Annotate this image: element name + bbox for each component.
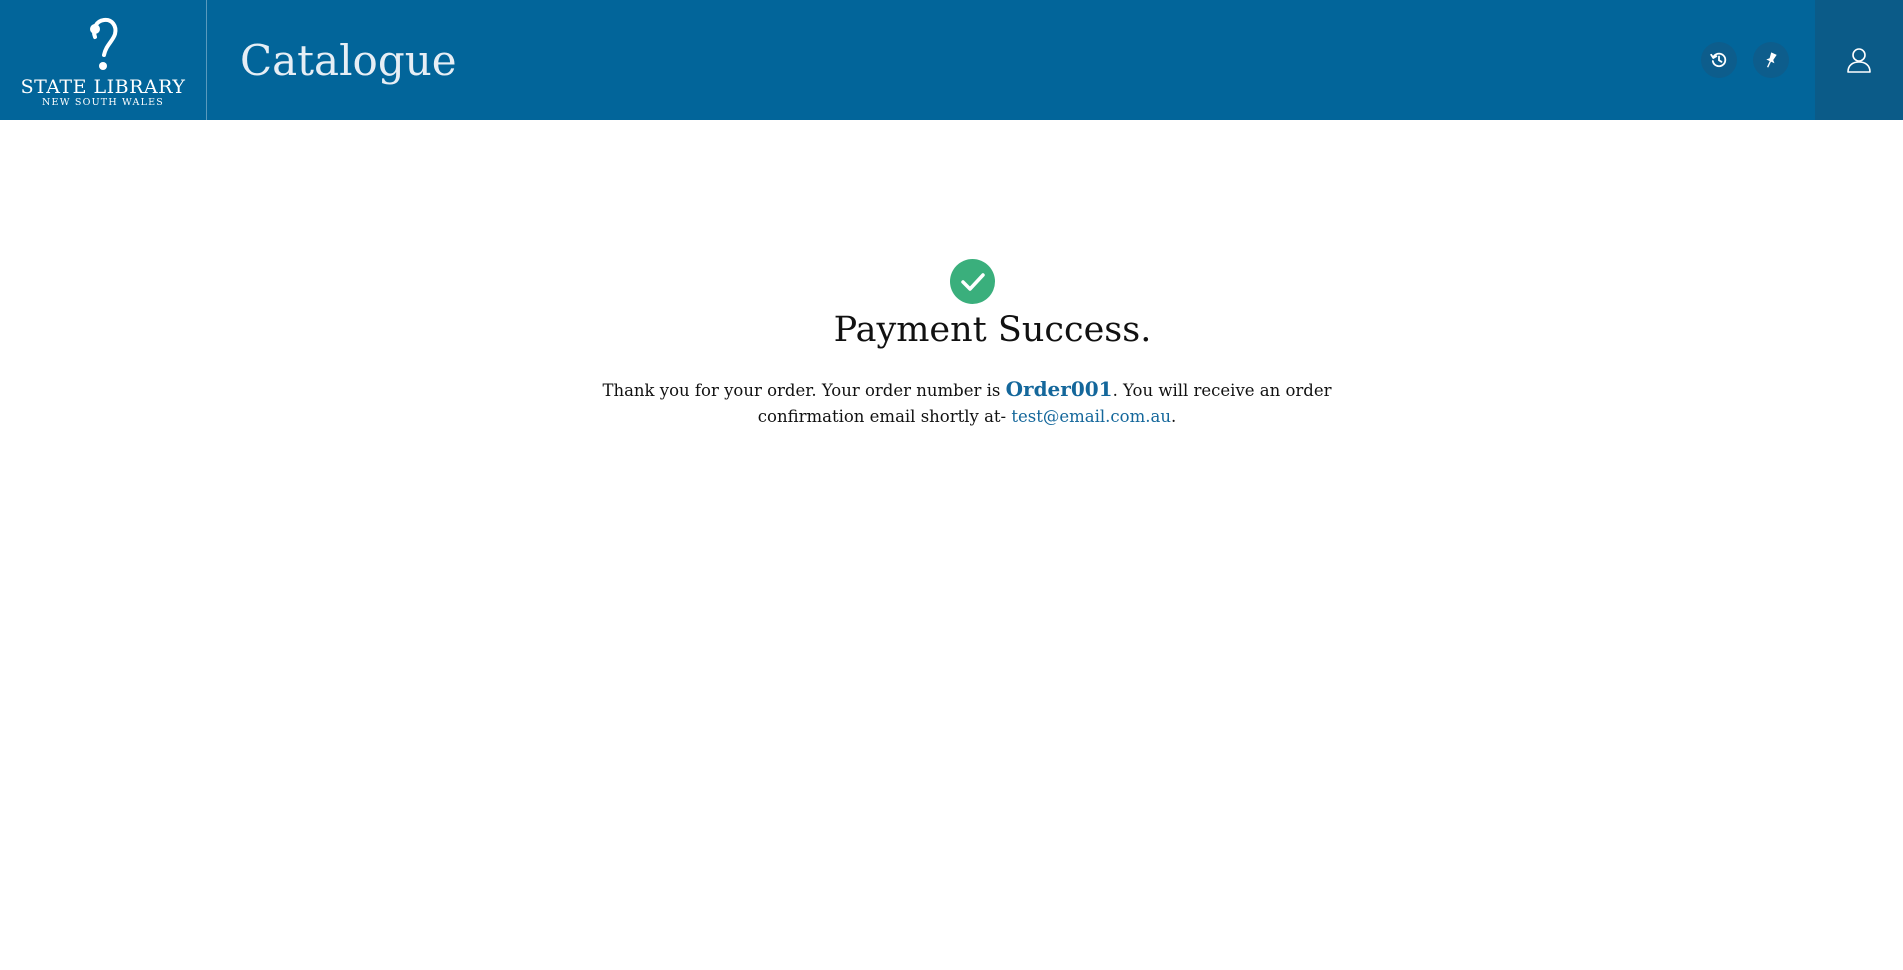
state-library-logo[interactable]: STATE LIBRARY NEW SOUTH WALES xyxy=(0,0,207,120)
top-header: STATE LIBRARY NEW SOUTH WALES Catalogue xyxy=(0,0,1903,120)
order-number: Order001 xyxy=(1005,377,1113,401)
email-link[interactable]: test@email.com.au xyxy=(1011,407,1171,426)
message-text-end: . xyxy=(1170,407,1177,426)
logo-sub-text: NEW SOUTH WALES xyxy=(42,97,164,108)
catalogue-title-link[interactable]: Catalogue xyxy=(240,36,457,85)
pin-icon xyxy=(1766,52,1777,68)
payment-success-heading: Payment Success. xyxy=(833,310,1152,350)
success-check-badge xyxy=(950,259,995,304)
message-text-start: Thank you for your order. Your order num… xyxy=(602,381,1006,400)
order-confirmation-message: Thank you for your order. Your order num… xyxy=(552,376,1382,430)
checkmark-icon xyxy=(960,272,985,291)
pin-button[interactable] xyxy=(1753,42,1789,78)
account-button[interactable] xyxy=(1815,0,1903,120)
library-emblem-icon xyxy=(90,17,118,70)
logo-main-text: STATE LIBRARY xyxy=(20,76,186,98)
header-spacer xyxy=(457,0,1701,120)
history-button[interactable] xyxy=(1701,42,1737,78)
history-icon xyxy=(1710,52,1727,68)
user-icon xyxy=(1847,48,1871,73)
